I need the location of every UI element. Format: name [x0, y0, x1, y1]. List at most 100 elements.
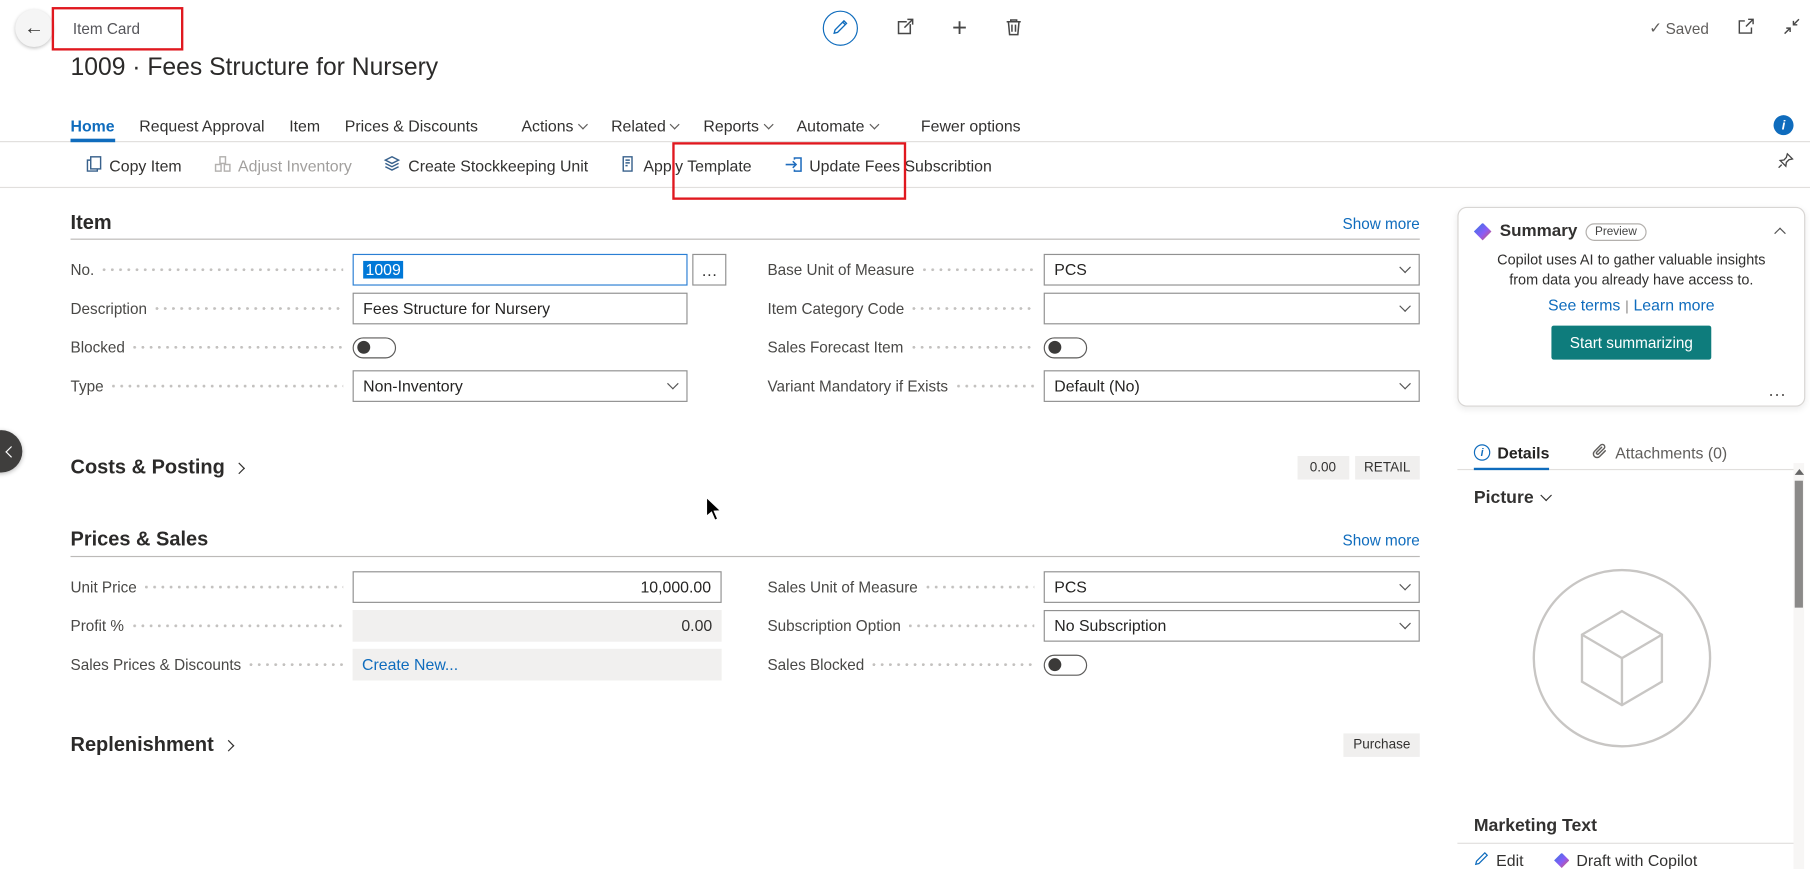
no-input[interactable]: 1009	[353, 254, 688, 286]
top-bar: ← Item Card + ✓ Saved	[0, 0, 1810, 56]
stockkeeping-unit-icon	[384, 155, 402, 176]
copy-item-action[interactable]: Copy Item	[86, 155, 182, 176]
variant-mandatory-select[interactable]: Default (No)	[1044, 370, 1420, 402]
item-card-page: ← Item Card + ✓ Saved	[0, 0, 1810, 869]
back-button[interactable]: ←	[15, 9, 53, 47]
sales-uom-label: Sales Unit of Measure	[767, 578, 917, 596]
action-bar: Copy Item Adjust Inventory Create Stockk…	[0, 143, 1810, 188]
adjust-inventory-icon	[213, 155, 231, 176]
page-title: 1009 · Fees Structure for Nursery	[71, 54, 439, 82]
field-row-sales-prices: Sales Prices & Discounts Create New...	[71, 645, 727, 684]
chevron-down-icon	[670, 119, 680, 129]
dotted-leader	[909, 624, 1034, 628]
menu-tab-bar: Home Request Approval Item Prices & Disc…	[0, 109, 1810, 142]
create-stockkeeping-unit-action[interactable]: Create Stockkeeping Unit	[384, 155, 589, 176]
edit-button[interactable]	[823, 11, 858, 46]
unit-price-input[interactable]: 10,000.00	[353, 571, 722, 603]
tab-reports[interactable]: Reports	[703, 109, 771, 142]
variant-mandatory-label: Variant Mandatory if Exists	[767, 377, 948, 395]
marketing-divider	[1457, 843, 1795, 844]
update-fees-subscribtion-action[interactable]: Update Fees Subscribtion	[783, 156, 991, 176]
tab-home[interactable]: Home	[71, 109, 115, 142]
sales-forecast-label: Sales Forecast Item	[767, 338, 903, 356]
apply-template-icon	[620, 155, 636, 176]
dotted-leader	[103, 268, 344, 272]
field-row-variant-mandatory: Variant Mandatory if Exists Default (No)	[767, 367, 1419, 406]
picture-section-toggle[interactable]: Picture	[1474, 488, 1550, 508]
blocked-toggle[interactable]	[353, 337, 396, 358]
share-button[interactable]	[896, 17, 915, 39]
copilot-icon	[1474, 223, 1492, 241]
base-uom-label: Base Unit of Measure	[767, 261, 914, 279]
type-select[interactable]: Non-Inventory	[353, 370, 688, 402]
collapse-window-button[interactable]	[1783, 18, 1801, 39]
summary-title: Summary	[1500, 222, 1578, 241]
learn-more-link[interactable]: Learn more	[1633, 296, 1714, 314]
field-row-no: No. 1009 …	[71, 250, 727, 289]
collapse-arrows-icon	[1783, 18, 1801, 39]
prices-sales-header: Prices & Sales Show more	[71, 523, 1420, 556]
sales-blocked-toggle[interactable]	[1044, 654, 1087, 675]
open-in-new-window-button[interactable]	[1737, 18, 1755, 39]
item-show-more-link[interactable]: Show more	[1343, 214, 1420, 232]
scrollbar-thumb[interactable]	[1795, 481, 1803, 608]
marketing-text-title: Marketing Text	[1474, 816, 1597, 836]
link-separator: |	[1625, 298, 1629, 314]
profit-field: 0.00	[353, 610, 722, 642]
tab-prices-discounts[interactable]: Prices & Discounts	[345, 109, 478, 142]
marketing-actions: Edit Draft with Copilot	[1474, 851, 1697, 869]
tab-details[interactable]: i Details	[1474, 435, 1550, 470]
sales-forecast-toggle[interactable]	[1044, 337, 1087, 358]
dotted-leader	[923, 268, 1035, 272]
item-section-title[interactable]: Item	[71, 212, 112, 236]
create-new-link[interactable]: Create New...	[362, 656, 458, 674]
base-uom-select[interactable]: PCS	[1044, 254, 1420, 286]
sales-uom-select[interactable]: PCS	[1044, 571, 1420, 603]
summary-more-button[interactable]: …	[1768, 381, 1788, 402]
tab-related[interactable]: Related	[611, 109, 679, 142]
no-assist-button[interactable]: …	[692, 254, 726, 286]
see-terms-link[interactable]: See terms	[1548, 296, 1620, 314]
item-category-label: Item Category Code	[767, 300, 904, 318]
picture-placeholder	[1530, 567, 1713, 756]
copilot-sparkle-icon	[1554, 853, 1569, 868]
info-button[interactable]: i	[1774, 115, 1794, 135]
pin-button[interactable]	[1777, 153, 1793, 173]
field-row-blocked: Blocked	[71, 328, 727, 367]
tab-actions[interactable]: Actions	[521, 109, 586, 142]
tab-request-approval[interactable]: Request Approval	[139, 109, 264, 142]
dotted-leader	[912, 307, 1034, 311]
field-row-sales-uom: Sales Unit of Measure PCS	[767, 568, 1419, 607]
description-input[interactable]: Fees Structure for Nursery	[353, 293, 688, 325]
start-summarizing-button[interactable]: Start summarizing	[1551, 326, 1712, 360]
chevron-up-icon	[1774, 227, 1786, 239]
prices-sales-title[interactable]: Prices & Sales	[71, 528, 209, 552]
pencil-icon	[1474, 851, 1489, 869]
delete-button[interactable]	[1005, 17, 1023, 39]
tab-automate[interactable]: Automate	[797, 109, 878, 142]
back-arrow-icon: ←	[24, 16, 44, 40]
dotted-leader	[145, 585, 343, 589]
edit-marketing-button[interactable]: Edit	[1474, 851, 1524, 869]
tab-fewer-options[interactable]: Fewer options	[921, 109, 1021, 142]
subscription-option-select[interactable]: No Subscription	[1044, 610, 1420, 642]
summary-collapse-button[interactable]	[1771, 221, 1789, 242]
unit-price-label: Unit Price	[71, 578, 137, 596]
chevron-down-icon	[1399, 378, 1411, 390]
item-category-select[interactable]	[1044, 293, 1420, 325]
dotted-leader	[926, 585, 1034, 589]
adjust-inventory-action: Adjust Inventory	[213, 155, 351, 176]
apply-template-action[interactable]: Apply Template	[620, 155, 752, 176]
panel-toggle-button[interactable]	[0, 430, 22, 472]
dotted-leader	[112, 384, 343, 388]
scrollbar-up-arrow-icon[interactable]	[1795, 469, 1804, 475]
field-row-sales-blocked: Sales Blocked	[767, 645, 1419, 684]
prices-show-more-link[interactable]: Show more	[1343, 531, 1420, 549]
prices-fields: Unit Price 10,000.00 Profit % 0.00 Sales…	[71, 568, 1420, 684]
new-record-button[interactable]: +	[952, 15, 967, 41]
costs-posting-title[interactable]: Costs & Posting	[71, 456, 244, 480]
replenishment-title[interactable]: Replenishment	[71, 733, 233, 757]
tab-item[interactable]: Item	[289, 109, 320, 142]
tab-attachments[interactable]: Attachments (0)	[1592, 435, 1728, 470]
draft-with-copilot-button[interactable]: Draft with Copilot	[1554, 852, 1697, 869]
